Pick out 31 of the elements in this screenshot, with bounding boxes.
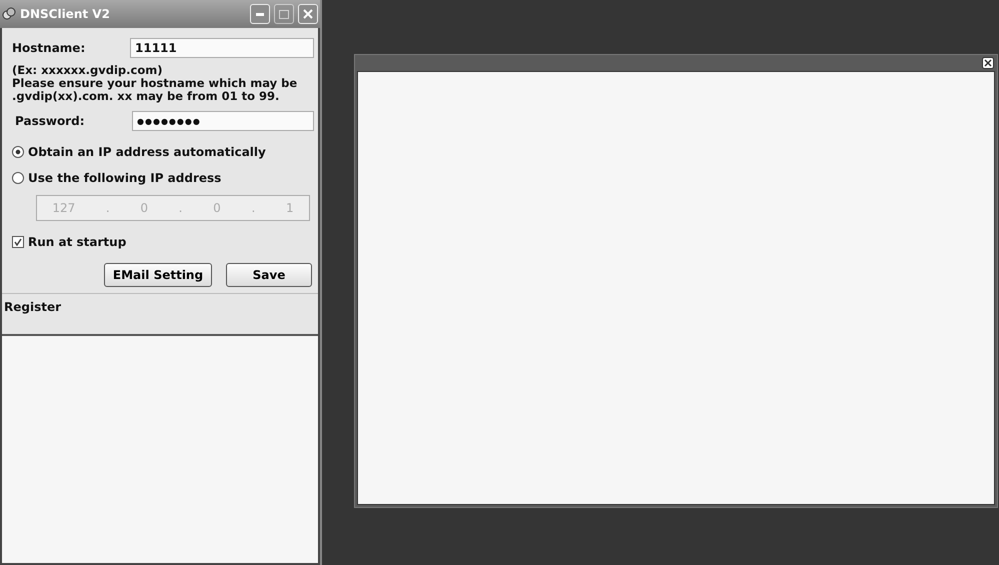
hint-text: Please ensure your hostname which may be	[12, 77, 298, 90]
dot-separator: .	[251, 201, 256, 215]
checkbox-label[interactable]: Run at startup	[28, 235, 126, 249]
hostname-label: Hostname:	[12, 41, 86, 55]
ip-octet: 1	[286, 201, 294, 215]
ip-octet: 0	[140, 201, 148, 215]
minimize-button[interactable]	[250, 4, 270, 24]
radio-button[interactable]	[12, 172, 24, 184]
hint-text: .gvdip(xx).com. xx may be from 01 to 99.	[12, 90, 280, 103]
window-title: DNSClient V2	[20, 7, 111, 21]
close-icon	[302, 8, 314, 20]
password-field[interactable]: ●●●●●●●●	[132, 111, 314, 131]
hostname-field[interactable]: 11111	[130, 38, 314, 58]
minimize-icon	[256, 12, 264, 16]
save-button[interactable]: Save	[226, 263, 312, 287]
password-label: Password:	[14, 114, 86, 128]
radio-label[interactable]: Obtain an IP address automatically	[28, 145, 266, 159]
hint-text: (Ex: xxxxxx.gvdip.com)	[12, 64, 164, 77]
close-icon[interactable]	[982, 57, 994, 69]
email-setting-button[interactable]: EMail Setting	[104, 263, 212, 287]
checkbox[interactable]	[12, 236, 24, 248]
dot-separator: .	[106, 201, 110, 215]
maximize-icon	[279, 10, 289, 18]
radio-label[interactable]: Use the following IP address	[28, 171, 222, 185]
ip-octet: 127	[52, 201, 76, 215]
app-icon	[2, 7, 16, 21]
close-button[interactable]	[298, 4, 318, 24]
ip-octet: 0	[213, 201, 221, 215]
register-label: Register	[4, 300, 62, 314]
radio-button[interactable]	[12, 146, 24, 158]
dot-separator: .	[178, 201, 182, 215]
